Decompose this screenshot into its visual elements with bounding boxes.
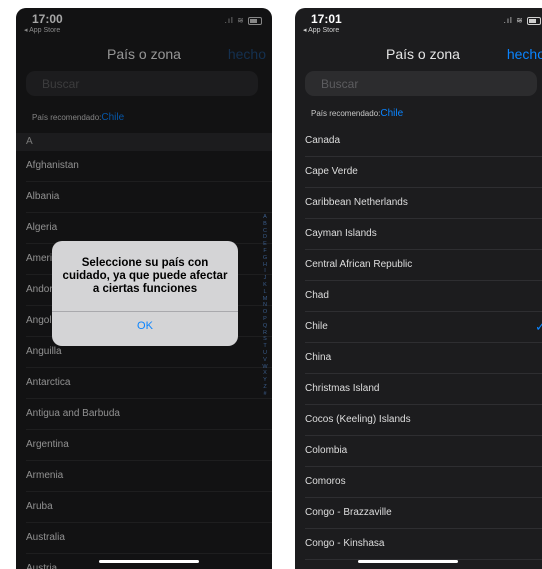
alert-divider — [52, 311, 238, 312]
navigation-bar: País o zona hecho — [295, 42, 542, 72]
screen-left: 17:00 ◂ App Store .ıl ≋ País o zona hech… — [16, 8, 272, 569]
country-row[interactable]: Cayman Islands — [295, 219, 542, 250]
country-name: Comoros — [305, 476, 346, 487]
done-button[interactable]: hecho — [507, 46, 542, 62]
wifi-icon: ≋ — [516, 16, 524, 25]
country-name: Canada — [305, 135, 341, 146]
country-list: Canada Cape Verde Caribbean Netherlands Cay… — [295, 126, 542, 569]
country-name: Christmas Island — [305, 383, 380, 394]
country-name: Cocos (Keeling) Islands — [305, 414, 411, 425]
status-time: 17:01 — [311, 12, 342, 26]
country-row[interactable]: Chile ✓ — [295, 312, 542, 343]
country-name: Cayman Islands — [305, 228, 377, 239]
country-row[interactable]: Cocos (Keeling) Islands — [295, 405, 542, 436]
country-row[interactable]: Congo - Kinshasa — [295, 529, 542, 560]
signal-icon: .ıl — [503, 16, 513, 25]
country-name: Caribbean Netherlands — [305, 197, 408, 208]
screen-right: 17:01 ◂ App Store .ıl ≋ País o zona hech… — [295, 8, 542, 569]
country-row[interactable]: Chad — [295, 281, 542, 312]
country-name: Chad — [305, 290, 329, 301]
search-input[interactable]: Buscar — [305, 71, 537, 96]
checkmark-icon: ✓ — [535, 319, 542, 334]
country-name: Colombia — [305, 445, 348, 456]
country-row[interactable]: Christmas Island — [295, 374, 542, 405]
home-indicator — [99, 560, 199, 563]
country-row[interactable]: Congo - Brazzaville — [295, 498, 542, 529]
country-name: Congo - Brazzaville — [305, 507, 392, 518]
battery-icon — [527, 16, 541, 25]
home-indicator — [358, 560, 458, 563]
country-row[interactable]: Central African Republic — [295, 250, 542, 281]
country-name: Cape Verde — [305, 166, 358, 177]
status-icons: .ıl ≋ — [504, 16, 541, 25]
alert-ok-button[interactable]: OK — [52, 320, 238, 332]
recommended-value[interactable]: Chile — [380, 108, 403, 119]
country-row[interactable]: Comoros — [295, 467, 542, 498]
country-row[interactable]: Caribbean Netherlands — [295, 188, 542, 219]
page-title: País o zona — [386, 46, 460, 62]
country-row[interactable]: China — [295, 343, 542, 374]
back-app-label: App Store — [308, 27, 340, 34]
country-name: Chile — [305, 321, 328, 332]
recommended-label: País recomendado: — [311, 109, 381, 118]
back-arrow-icon: ◂ — [303, 27, 307, 34]
country-row[interactable]: Canada — [295, 126, 542, 157]
country-name: China — [305, 352, 332, 363]
alert-dialog: Seleccione su país con cuidado, ya que p… — [52, 241, 238, 346]
search-placeholder: Buscar — [321, 77, 359, 91]
back-to-app-store-link[interactable]: ◂ App Store — [303, 26, 339, 34]
country-row[interactable]: Colombia — [295, 436, 542, 467]
country-name: Congo - Kinshasa — [305, 538, 385, 549]
status-bar: 17:01 ◂ App Store .ıl ≋ — [295, 8, 542, 42]
country-name: Central African Republic — [305, 259, 413, 270]
recommended-country: País recomendado:Chile — [311, 108, 403, 119]
alert-message: Seleccione su país con cuidado, ya que p… — [62, 257, 228, 295]
country-row[interactable]: Cape Verde — [295, 157, 542, 188]
